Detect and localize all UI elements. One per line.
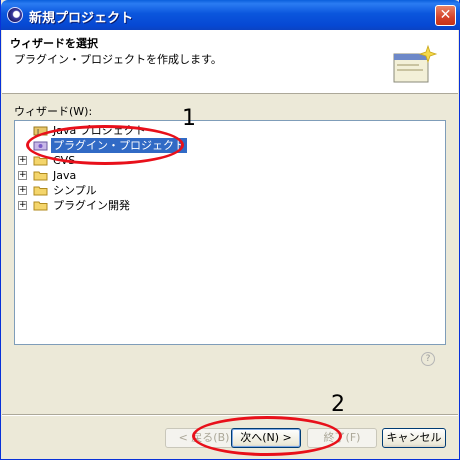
- expand-icon[interactable]: +: [18, 156, 27, 165]
- expand-icon[interactable]: +: [18, 171, 27, 180]
- tree-item-label: シンプル: [53, 184, 97, 197]
- wizard-header: ウィザードを選択 プラグイン・プロジェクトを作成します。: [2, 30, 458, 94]
- help-icon[interactable]: ?: [421, 352, 435, 366]
- new-project-dialog: 新規プロジェクト ✕ ウィザードを選択 プラグイン・プロジェクトを作成します。 …: [0, 0, 460, 460]
- annotation-ellipse-1: [26, 125, 184, 165]
- tree-item-label: Java: [53, 169, 77, 182]
- expand-icon[interactable]: +: [18, 186, 27, 195]
- tree-item-label: プラグイン開発: [53, 199, 130, 212]
- title-bar[interactable]: 新規プロジェクト ✕: [1, 0, 460, 30]
- folder-icon: [33, 171, 48, 181]
- expand-icon[interactable]: +: [18, 201, 27, 210]
- wizards-label: ウィザード(W):: [14, 105, 93, 118]
- folder-icon: [33, 186, 48, 196]
- annotation-number-2: 2: [331, 392, 345, 417]
- header-description: プラグイン・プロジェクトを作成します。: [14, 53, 222, 66]
- wizard-banner-icon: [393, 44, 438, 83]
- annotation-number-1: 1: [182, 106, 196, 131]
- annotation-ellipse-2: [192, 416, 342, 456]
- window-title: 新規プロジェクト: [29, 11, 134, 26]
- eclipse-app-icon: [7, 7, 23, 23]
- close-button[interactable]: ✕: [435, 5, 456, 26]
- button-bar-separator: [2, 414, 458, 416]
- cancel-button[interactable]: キャンセル: [382, 428, 446, 448]
- folder-icon: [33, 201, 48, 211]
- header-title: ウィザードを選択: [10, 37, 98, 50]
